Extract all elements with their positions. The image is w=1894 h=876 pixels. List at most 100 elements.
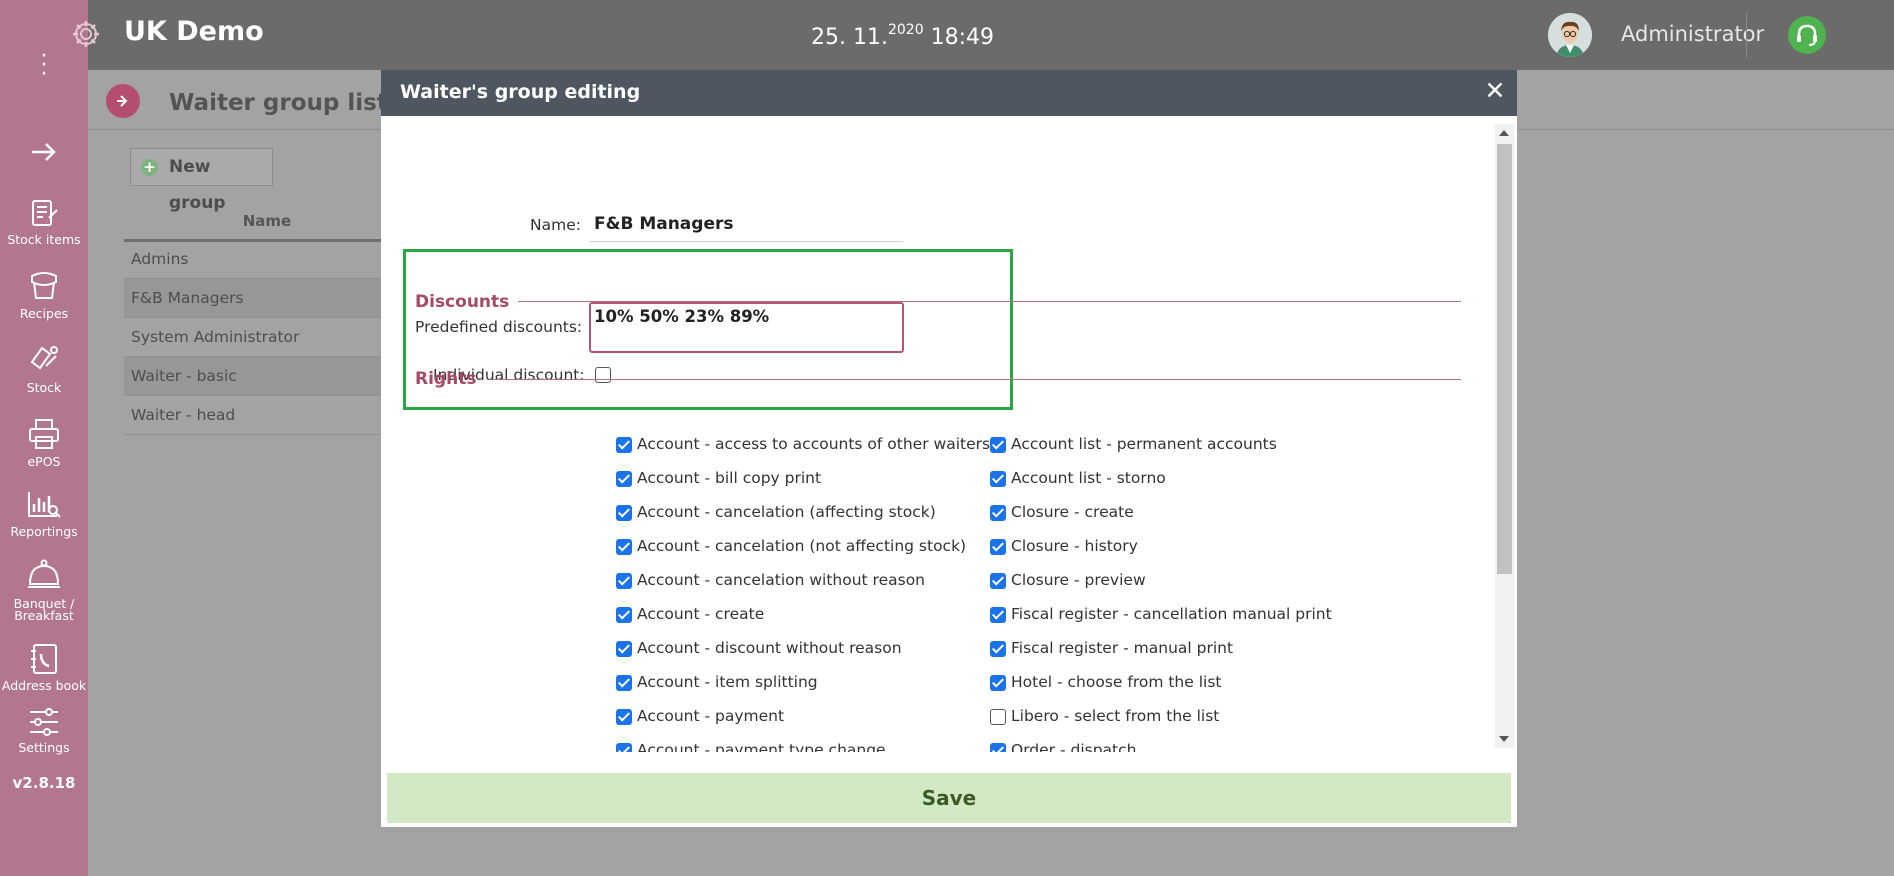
right-label: Account - cancelation (affecting stock) (637, 503, 936, 521)
right-label: Account - cancelation (not affecting sto… (637, 537, 967, 555)
right-label: Account - access to accounts of other wa… (637, 435, 991, 453)
right-checkbox[interactable] (616, 709, 632, 725)
right-label: Account - payment (637, 707, 785, 725)
right-checkbox[interactable] (990, 709, 1006, 725)
sidebar: · · · Stock items Recipes Stock ePOS Repor… (0, 0, 88, 876)
list-item[interactable]: F&B Managers (124, 279, 384, 318)
divider (1746, 12, 1747, 58)
right-label: Account - payment type change (637, 741, 886, 752)
predefined-discounts-field[interactable] (589, 302, 904, 353)
year: 2020 (887, 22, 924, 38)
stock-icon (30, 346, 58, 370)
right-label: Account - cancelation without reason (637, 571, 925, 589)
sidebar-item-stock[interactable]: Stock (0, 342, 88, 394)
save-button[interactable]: Save (387, 773, 1511, 823)
scroll-down-icon[interactable] (1499, 736, 1509, 742)
right-checkbox[interactable] (616, 437, 632, 453)
right-checkbox[interactable] (990, 675, 1006, 691)
stock-items-icon (32, 200, 58, 226)
headset-icon (1797, 24, 1817, 46)
predefined-discounts-label: Predefined discounts: (415, 318, 583, 336)
right-label: Hotel - choose from the list (1011, 673, 1222, 691)
top-bar: UK Demo 25. 11.2020 18:49 Administrator (88, 0, 1894, 70)
right-checkbox[interactable] (616, 675, 632, 691)
support-button[interactable] (1788, 16, 1826, 54)
list-item[interactable]: Admins (124, 240, 384, 279)
right-checkbox[interactable] (616, 641, 632, 657)
right-checkbox[interactable] (616, 573, 632, 589)
sliders-icon (30, 708, 58, 736)
right-label: Account - discount without reason (637, 639, 902, 657)
version-label: v2.8.18 (12, 774, 76, 792)
right-label: Fiscal register - cancellation manual pr… (1011, 605, 1332, 623)
scroll-thumb[interactable] (1497, 144, 1512, 574)
dialog-title: Waiter's group editing (400, 81, 641, 103)
right-checkbox[interactable] (990, 539, 1006, 555)
recipes-icon (31, 272, 57, 299)
right-checkbox[interactable] (616, 607, 632, 623)
datetime: 25. 11.2020 18:49 (811, 22, 994, 50)
dialog-scrollbar[interactable] (1495, 124, 1514, 748)
discounts-section-title: Discounts (415, 292, 510, 312)
name-label: Name: (530, 216, 581, 234)
right-checkbox[interactable] (616, 471, 632, 487)
right-checkbox[interactable] (990, 505, 1006, 521)
dialog-header: Waiter's group editing ✕ (381, 70, 1517, 116)
right-label: Closure - history (1011, 537, 1138, 555)
username[interactable]: Administrator (1621, 22, 1764, 46)
right-label: Libero - select from the list (1011, 707, 1220, 725)
page-title: Waiter group list (169, 90, 388, 116)
column-header-name[interactable]: Name (124, 204, 384, 242)
back-button[interactable] (106, 84, 140, 118)
dialog-body[interactable]: Name: Discounts Predefined discounts: In… (381, 116, 1517, 752)
sidebar-item-epos[interactable]: ePOS (0, 416, 88, 468)
more-menu-icon[interactable]: · · · (36, 46, 52, 86)
cloche-icon (28, 559, 60, 588)
name-field[interactable] (589, 206, 903, 242)
time: 18:49 (930, 25, 995, 50)
list-item[interactable]: Waiter - basic (124, 357, 384, 396)
right-checkbox[interactable] (990, 743, 1006, 752)
right-label: Closure - create (1011, 503, 1134, 521)
chevron-right-icon (117, 95, 128, 107)
sidebar-item-settings[interactable]: Settings (0, 706, 88, 754)
sidebar-item-stock-items[interactable]: Stock items (0, 196, 88, 246)
close-icon[interactable]: ✕ (1482, 78, 1508, 104)
list-item[interactable]: Waiter - head (124, 396, 384, 435)
new-group-button[interactable]: + New group (130, 148, 273, 213)
sidebar-item-recipes[interactable]: Recipes (0, 268, 88, 320)
right-checkbox[interactable] (990, 607, 1006, 623)
right-checkbox[interactable] (990, 437, 1006, 453)
right-label: Account - bill copy print (637, 469, 822, 487)
avatar[interactable] (1548, 13, 1592, 57)
right-checkbox[interactable] (990, 573, 1006, 589)
right-checkbox[interactable] (616, 743, 632, 752)
plus-icon: + (141, 159, 158, 176)
list-item[interactable]: System Administrator (124, 318, 384, 357)
app-title: UK Demo (124, 16, 264, 47)
user-avatar-icon (1548, 13, 1592, 57)
sidebar-item-reportings[interactable]: Reportings (0, 488, 88, 538)
right-label: Account list - permanent accounts (1011, 435, 1277, 453)
right-label: Account - item splitting (637, 673, 818, 691)
right-checkbox[interactable] (990, 471, 1006, 487)
individual-discount-checkbox[interactable] (595, 367, 611, 383)
right-checkbox[interactable] (616, 539, 632, 555)
group-edit-dialog: Waiter's group editing ✕ Name: Discounts… (381, 70, 1517, 827)
expand-arrow-icon[interactable] (28, 136, 60, 168)
right-checkbox[interactable] (616, 505, 632, 521)
address-book-icon (31, 644, 57, 674)
right-label: Account - create (637, 605, 765, 623)
date: 25. 11. (811, 25, 888, 50)
right-label: Fiscal register - manual print (1011, 639, 1234, 657)
gear-icon[interactable] (70, 18, 102, 50)
right-label: Order - dispatch (1011, 741, 1137, 752)
right-label: Closure - preview (1011, 571, 1146, 589)
sidebar-item-address-book[interactable]: Address book (0, 642, 88, 692)
chart-icon (28, 492, 61, 518)
scroll-up-icon[interactable] (1499, 130, 1509, 136)
sidebar-item-banquet-breakfast[interactable]: Banquet / Breakfast (0, 556, 88, 622)
right-checkbox[interactable] (990, 641, 1006, 657)
printer-icon (29, 419, 59, 449)
right-label: Account list - storno (1011, 469, 1166, 487)
